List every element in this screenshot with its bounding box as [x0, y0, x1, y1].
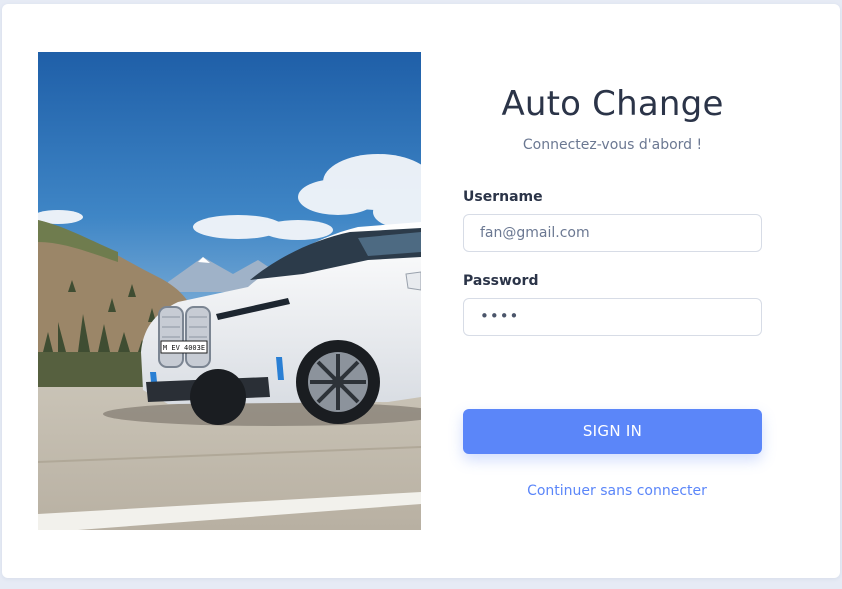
username-value: fan@gmail.com: [480, 225, 590, 241]
continue-without-login-link[interactable]: Continuer sans connecter: [463, 483, 771, 499]
password-label: Password: [463, 273, 539, 289]
sign-in-button[interactable]: SIGN IN: [463, 409, 762, 454]
login-subtitle: Connectez-vous d'abord !: [522, 137, 703, 153]
password-value: ••••: [480, 307, 520, 325]
app-title: Auto Change: [501, 84, 724, 124]
username-input[interactable]: fan@gmail.com: [463, 214, 762, 252]
car-photo: M EV 4003E: [38, 52, 421, 530]
password-input[interactable]: ••••: [463, 298, 762, 336]
login-card: M EV 4003E Auto Change Connectez-vous d'…: [2, 4, 840, 578]
username-label: Username: [463, 189, 543, 205]
hero-image: M EV 4003E: [38, 52, 421, 530]
license-plate-text: M EV 4003E: [163, 344, 205, 352]
